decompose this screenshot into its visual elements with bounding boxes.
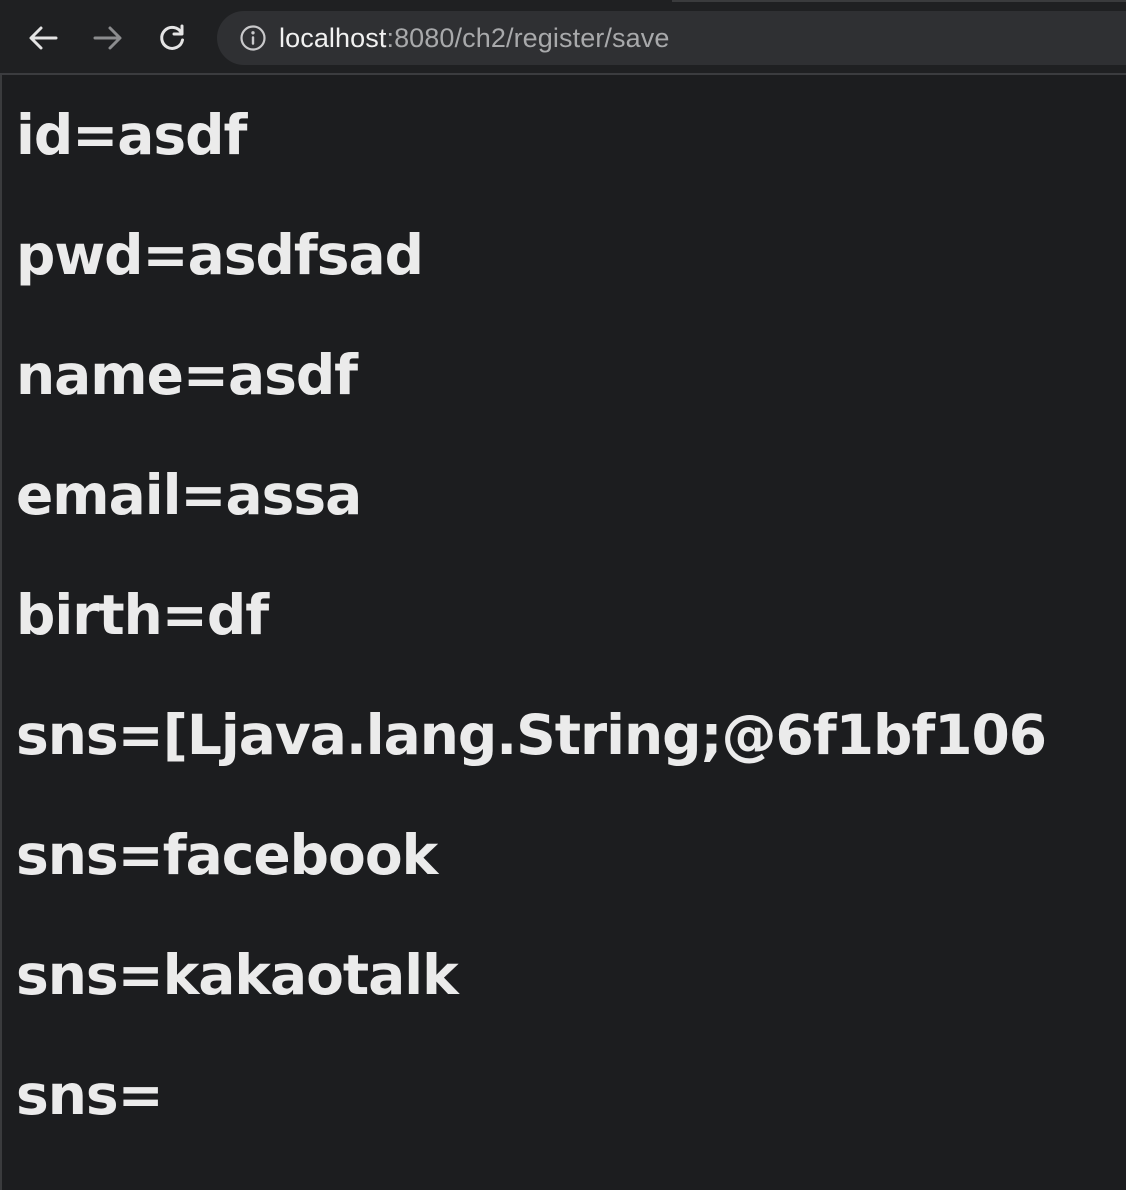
forward-arrow-icon (93, 25, 123, 51)
info-icon[interactable] (239, 24, 267, 52)
address-bar[interactable]: localhost:8080/ch2/register/save (217, 11, 1126, 65)
reload-button[interactable] (151, 17, 193, 59)
output-line-sns-kakaotalk: sns=kakaotalk (16, 943, 459, 1007)
tab-strip-edge (672, 0, 1126, 2)
forward-button[interactable] (87, 17, 129, 59)
window-edge (0, 0, 2, 1190)
back-arrow-icon (28, 25, 58, 51)
output-line-sns-facebook: sns=facebook (16, 823, 438, 887)
output-line-sns-array: sns=[Ljava.lang.String;@6f1bf106 (16, 703, 1047, 767)
output-line-pwd: pwd=asdfsad (16, 223, 424, 287)
back-button[interactable] (22, 17, 64, 59)
reload-icon (157, 23, 187, 53)
page-content: id=asdf pwd=asdfsad name=asdf email=assa… (16, 75, 1116, 1155)
output-line-sns-empty: sns= (16, 1063, 164, 1127)
output-line-birth: birth=df (16, 583, 269, 647)
output-line-name: name=asdf (16, 343, 358, 407)
browser-toolbar: localhost:8080/ch2/register/save (0, 0, 1126, 75)
output-line-id: id=asdf (16, 103, 247, 167)
output-line-email: email=assa (16, 463, 362, 527)
url-text: localhost:8080/ch2/register/save (279, 23, 669, 54)
url-path: :8080/ch2/register/save (386, 22, 670, 53)
url-host: localhost (279, 22, 387, 53)
